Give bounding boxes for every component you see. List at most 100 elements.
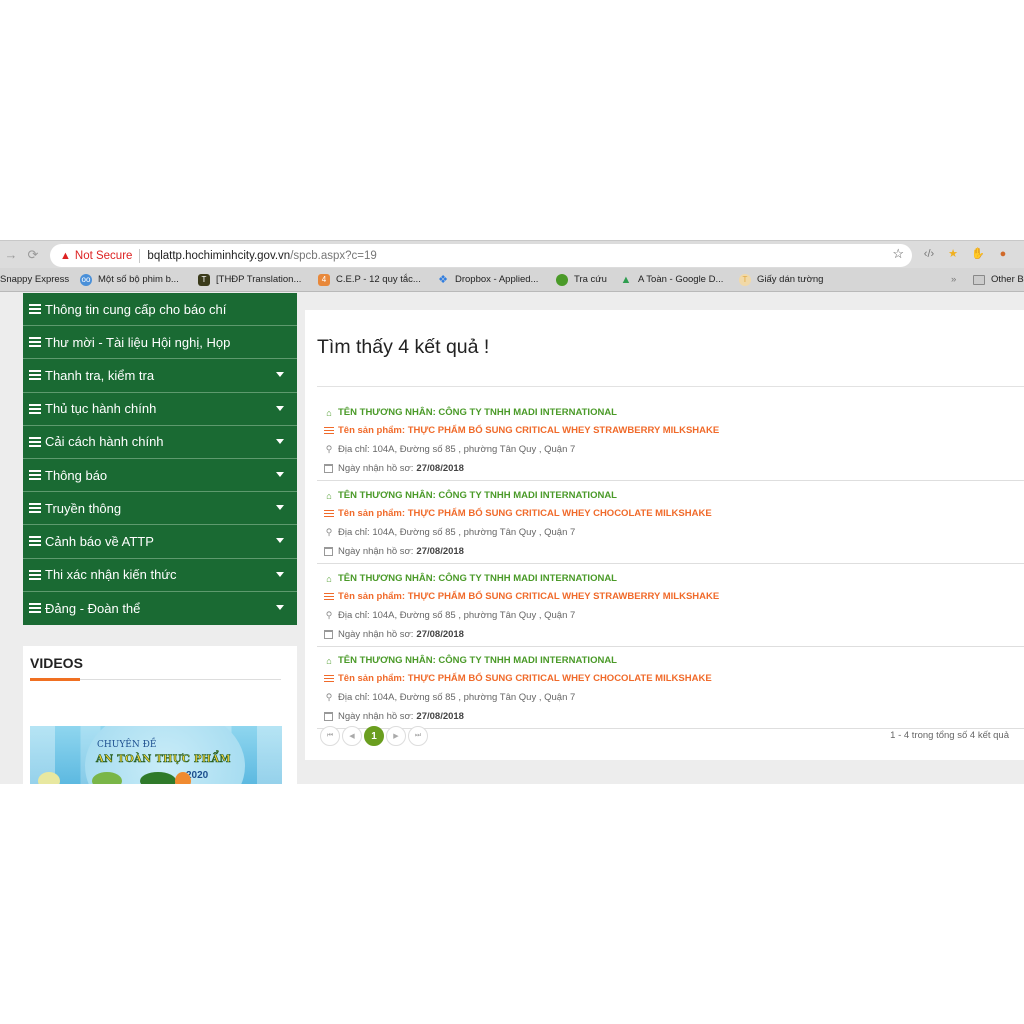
product-label: Tên sản phẩm: xyxy=(338,425,406,436)
merchant-name[interactable]: ⌂ TÊN THƯƠNG NHÂN: CÔNG TY TNHH MADI INTE… xyxy=(324,407,617,418)
menu-item-label: Thông tin cung cấp cho báo chí xyxy=(45,301,227,317)
menu-item-label: Cảnh báo về ATTP xyxy=(45,533,154,549)
search-results-panel: Tìm thấy 4 kết quả ! ⌂ TÊN THƯƠNG NHÂN: C… xyxy=(305,310,1024,760)
caret-down-icon[interactable] xyxy=(276,538,284,544)
bookmark-item[interactable]: oo Một số bộ phim b... xyxy=(80,272,179,287)
product-name[interactable]: Tên sản phẩm: THỰC PHẨM BỔ SUNG CRITICAL… xyxy=(324,591,719,602)
date-value: 27/08/2018 xyxy=(416,463,464,474)
result-item: ⌂ TÊN THƯƠNG NHÂN: CÔNG TY TNHH MADI INTE… xyxy=(317,564,1024,647)
reload-button[interactable]: ⟳ xyxy=(24,245,42,265)
date-value: 27/08/2018 xyxy=(416,629,464,640)
menu-item-food-safety-alerts[interactable]: Cảnh báo về ATTP xyxy=(23,525,297,559)
menu-item-label: Thi xác nhận kiến thức xyxy=(45,567,177,583)
vegetable-graphic xyxy=(92,772,122,784)
warning-icon: ▲ xyxy=(60,249,71,262)
bookmark-item[interactable]: ❖ Dropbox - Applied... xyxy=(437,272,538,287)
merchant-name[interactable]: ⌂ TÊN THƯƠNG NHÂN: CÔNG TY TNHH MADI INTE… xyxy=(324,573,617,584)
menu-item-party-union[interactable]: Đảng - Đoàn thể xyxy=(23,592,297,625)
product-name[interactable]: Tên sản phẩm: THỰC PHẨM BỔ SUNG CRITICAL… xyxy=(324,508,712,519)
hand-extension-icon[interactable]: ✋ xyxy=(969,246,987,262)
date-value: 27/08/2018 xyxy=(416,546,464,557)
merchant-text: TÊN THƯƠNG NHÂN: CÔNG TY TNHH MADI INTER… xyxy=(338,573,617,584)
forward-button[interactable]: → xyxy=(2,245,20,265)
menu-item-knowledge-test[interactable]: Thi xác nhận kiến thức xyxy=(23,559,297,592)
home-icon: ⌂ xyxy=(326,573,332,584)
list-icon xyxy=(29,304,41,315)
bookmark-item[interactable]: 4 C.E.P - 12 quy tắc... xyxy=(318,272,421,287)
video-thumbnail[interactable]: CHUYÊN ĐỀ AN TOÀN THỰC PHẨM 2020 xyxy=(30,726,282,784)
caret-down-icon[interactable] xyxy=(276,571,284,577)
menu-item-label: Thanh tra, kiểm tra xyxy=(45,367,155,383)
merchant-name[interactable]: ⌂ TÊN THƯƠNG NHÂN: CÔNG TY TNHH MADI INTE… xyxy=(324,655,617,666)
merchant-text: TÊN THƯƠNG NHÂN: CÔNG TY TNHH MADI INTER… xyxy=(338,407,617,418)
next-page-button[interactable]: ▶ xyxy=(386,726,406,746)
first-page-button[interactable]: ⏮ xyxy=(320,726,340,746)
menu-item-announcements[interactable]: Thông báo xyxy=(23,459,297,493)
address-bar[interactable]: ▲ Not Secure bqlattp.hochiminhcity.gov.v… xyxy=(50,244,912,267)
caret-down-icon[interactable] xyxy=(276,604,284,610)
bookmark-item[interactable]: T Giấy dán tường xyxy=(739,272,823,287)
date-label: Ngày nhận hồ sơ: xyxy=(338,711,414,722)
title-accent-bar xyxy=(30,678,80,681)
code-extension-icon[interactable]: ‹/› xyxy=(920,246,938,262)
menu-item-label: Thủ tục hành chính xyxy=(45,401,157,417)
caret-down-icon[interactable] xyxy=(276,372,284,378)
bookmark-item[interactable]: T [THĐP Translation... xyxy=(198,272,301,287)
bookmark-star-icon[interactable]: ☆ xyxy=(892,246,904,262)
other-bookmarks-folder[interactable]: Other B xyxy=(973,272,1024,287)
cookie-extension-icon[interactable]: ● xyxy=(994,246,1012,262)
menu-item-media[interactable]: Truyền thông xyxy=(23,492,297,526)
calendar-icon xyxy=(324,464,333,473)
last-page-button[interactable]: ⏭ xyxy=(408,726,428,746)
product-label: Tên sản phẩm: xyxy=(338,591,406,602)
caret-down-icon[interactable] xyxy=(276,405,284,411)
menu-item-invitations[interactable]: Thư mời - Tài liệu Hội nghị, Họp xyxy=(23,326,297,360)
more-bookmarks-button[interactable]: » xyxy=(951,272,956,287)
address: ⚲ Địa chỉ: 104A, Đường số 85 , phường Tân… xyxy=(324,527,576,538)
product-name[interactable]: Tên sản phẩm: THỰC PHẨM BỔ SUNG CRITICAL… xyxy=(324,673,712,684)
bookmark-label: A Toàn - Google D... xyxy=(638,274,724,285)
page-button-current[interactable]: 1 xyxy=(364,726,384,746)
menu-item-press-info[interactable]: Thông tin cung cấp cho báo chí xyxy=(23,293,297,327)
list-icon xyxy=(324,509,334,518)
url-host: bqlattp.hochiminhcity.gov.vn xyxy=(147,249,291,262)
browser-window: → ⟳ ▲ Not Secure bqlattp.hochiminhcity.g… xyxy=(0,240,1024,784)
vegetable-graphic xyxy=(140,772,176,784)
home-icon: ⌂ xyxy=(326,407,332,418)
list-icon xyxy=(29,370,41,381)
videos-widget: VIDEOS CHUYÊN ĐỀ AN TOÀN THỰC PHẨM 2020 xyxy=(23,646,297,784)
product-text: THỰC PHẨM BỔ SUNG CRITICAL WHEY CHOCOLAT… xyxy=(407,673,712,684)
product-text: THỰC PHẨM BỔ SUNG CRITICAL WHEY CHOCOLAT… xyxy=(407,508,712,519)
green-badge-icon xyxy=(556,273,568,286)
result-item: ⌂ TÊN THƯƠNG NHÂN: CÔNG TY TNHH MADI INTE… xyxy=(317,398,1024,481)
sidebar-menu: Thông tin cung cấp cho báo chí Thư mời -… xyxy=(23,293,297,625)
product-name[interactable]: Tên sản phẩm: THỰC PHẨM BỔ SUNG CRITICAL… xyxy=(324,425,719,436)
bookmark-item[interactable]: ▲ A Toàn - Google D... xyxy=(620,272,724,287)
date-label: Ngày nhận hồ sơ: xyxy=(338,463,414,474)
thumbnail-title: AN TOÀN THỰC PHẨM xyxy=(96,754,231,766)
dropbox-icon: ❖ xyxy=(438,273,448,286)
menu-item-label: Thông báo xyxy=(45,467,108,483)
security-indicator[interactable]: Not Secure xyxy=(75,250,133,262)
list-icon xyxy=(29,337,41,348)
prev-page-button[interactable]: ◀ xyxy=(342,726,362,746)
bookmark-label: [THĐP Translation... xyxy=(216,274,302,285)
bookmarks-bar: Snappy Express oo Một số bộ phim b... T [T… xyxy=(0,268,1024,292)
bookmark-item[interactable]: Tra cứu xyxy=(556,272,607,287)
merchant-name[interactable]: ⌂ TÊN THƯƠNG NHÂN: CÔNG TY TNHH MADI INTE… xyxy=(324,490,617,501)
caret-down-icon[interactable] xyxy=(276,471,284,477)
menu-item-label: Đảng - Đoàn thể xyxy=(45,600,141,616)
list-icon xyxy=(29,470,41,481)
caret-down-icon[interactable] xyxy=(276,438,284,444)
bookmark-item[interactable]: Snappy Express xyxy=(0,272,69,287)
star-extension-icon[interactable]: ★ xyxy=(944,246,962,262)
menu-item-admin-reform[interactable]: Cải cách hành chính xyxy=(23,426,297,459)
menu-item-admin-procedures[interactable]: Thủ tục hành chính xyxy=(23,393,297,426)
list-icon xyxy=(29,503,41,514)
caret-down-icon[interactable] xyxy=(276,505,284,511)
bookmark-label: Snappy Express xyxy=(0,274,70,285)
calendar-icon xyxy=(324,712,333,721)
menu-item-inspection[interactable]: Thanh tra, kiểm tra xyxy=(23,359,297,393)
folder-icon xyxy=(973,274,985,285)
owl-icon: oo xyxy=(80,273,92,286)
